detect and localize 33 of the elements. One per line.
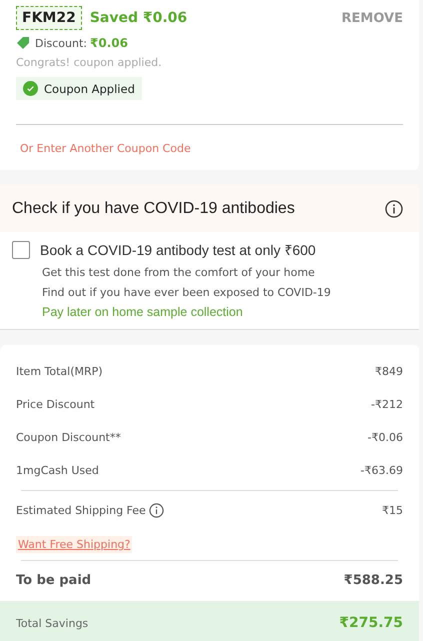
bill-label: 1mgCash Used — [16, 464, 99, 477]
covid-title: Check if you have COVID-19 antibodies — [12, 200, 295, 218]
antibody-test-label: Book a COVID-19 antibody test at only ₹600 — [40, 241, 316, 259]
check-circle-icon — [23, 81, 38, 96]
bill-value: ₹849 — [375, 365, 403, 378]
to-be-paid-value: ₹588.25 — [344, 573, 403, 588]
saved-amount: Saved ₹0.06 — [90, 10, 188, 26]
remove-button[interactable]: REMOVE — [342, 10, 403, 26]
bill-label: Item Total(MRP) — [16, 365, 103, 378]
coupon-code: FKM22 — [16, 6, 82, 30]
pay-later-note: Pay later on home sample collection — [42, 305, 244, 319]
enter-coupon-link[interactable]: Or Enter Another Coupon Code — [16, 142, 191, 155]
coupon-message: Congrats! coupon applied. — [16, 56, 163, 69]
bill-value: -₹0.06 — [368, 431, 403, 444]
tag-icon — [16, 36, 30, 50]
shipping-fee-label: Estimated Shipping Fee — [16, 504, 146, 517]
bill-value: -₹212 — [371, 398, 403, 411]
discount-value: ₹0.06 — [90, 36, 128, 50]
checkbox[interactable] — [12, 240, 30, 258]
to-be-paid-label: To be paid — [16, 573, 92, 588]
coupon-applied-text: Coupon Applied — [44, 82, 135, 96]
bill-label: Price Discount — [16, 398, 95, 411]
total-savings-value: ₹275.75 — [339, 615, 403, 631]
shipping-fee-value: ₹15 — [382, 504, 403, 517]
test-description: Get this test done from the comfort of your home — [42, 266, 316, 279]
info-icon[interactable] — [148, 503, 164, 518]
bill-label: Coupon Discount** — [16, 431, 121, 444]
total-savings-label: Total Savings — [16, 616, 88, 630]
test-description: Find out if you have ever been exposed to COVID-19 — [42, 286, 332, 299]
info-icon[interactable] — [385, 200, 403, 218]
discount-label: Discount: — [35, 36, 87, 50]
bill-value: -₹63.69 — [360, 464, 403, 477]
free-shipping-link[interactable]: Want Free Shipping? — [16, 536, 132, 553]
